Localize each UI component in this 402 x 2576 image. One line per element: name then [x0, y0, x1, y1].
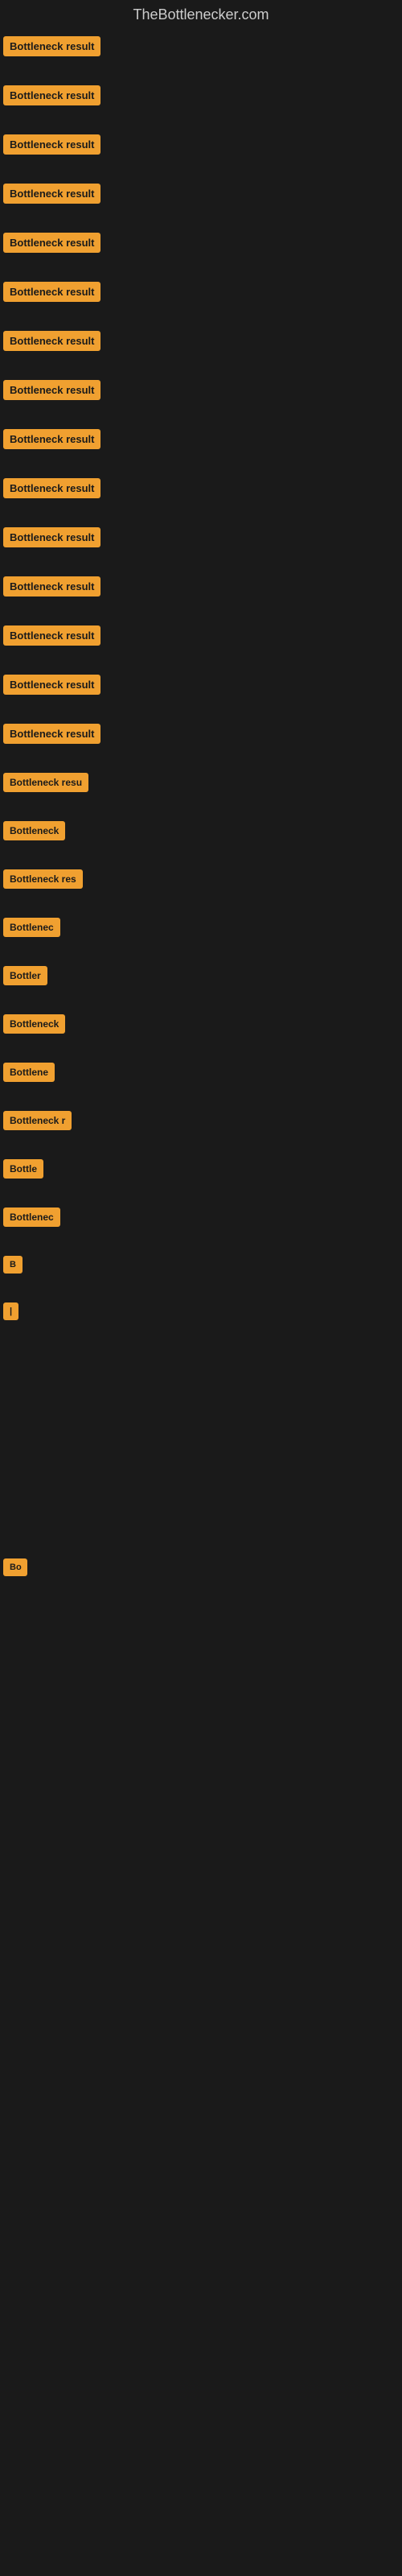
list-item[interactable]: B	[0, 1249, 402, 1280]
list-item[interactable]: Bottleneck res	[0, 863, 402, 895]
bottleneck-badge[interactable]: B	[3, 1256, 23, 1274]
bottleneck-badge[interactable]: Bottleneck result	[3, 282, 100, 302]
bottleneck-badge[interactable]: Bottleneck	[3, 821, 65, 840]
bottleneck-badge[interactable]: Bottleneck result	[3, 724, 100, 744]
site-title: TheBottlenecker.com	[0, 0, 402, 30]
list-item[interactable]: Bo	[0, 1552, 402, 1583]
list-item[interactable]: Bottleneck result	[0, 324, 402, 357]
bottleneck-badge[interactable]: Bo	[3, 1558, 27, 1576]
list-item[interactable]: Bottleneck result	[0, 668, 402, 701]
bottleneck-badge[interactable]: Bottleneck result	[3, 85, 100, 105]
bottleneck-badge[interactable]: Bottleneck result	[3, 576, 100, 597]
empty-space	[0, 1327, 402, 1391]
list-item[interactable]: Bottleneck result	[0, 619, 402, 652]
bottleneck-badge[interactable]: Bottlene	[3, 1063, 55, 1082]
list-item[interactable]: Bottleneck result	[0, 717, 402, 750]
bottleneck-badge[interactable]: Bottleneck result	[3, 478, 100, 498]
list-item[interactable]: Bottleneck result	[0, 177, 402, 210]
list-item[interactable]: Bottle	[0, 1153, 402, 1185]
bottleneck-badge[interactable]: Bottlenec	[3, 1208, 60, 1227]
list-item[interactable]: Bottleneck result	[0, 374, 402, 407]
bottleneck-badge[interactable]: |	[3, 1302, 18, 1320]
bottleneck-badge[interactable]: Bottleneck result	[3, 184, 100, 204]
empty-space	[0, 1455, 402, 1552]
list-item[interactable]: Bottleneck result	[0, 472, 402, 505]
bottleneck-badge[interactable]: Bottleneck r	[3, 1111, 72, 1130]
bottleneck-badge[interactable]: Bottleneck	[3, 1014, 65, 1034]
list-item[interactable]: Bottleneck result	[0, 226, 402, 259]
list-item[interactable]: Bottlene	[0, 1056, 402, 1088]
list-item[interactable]: Bottleneck result	[0, 521, 402, 554]
list-item[interactable]: |	[0, 1296, 402, 1327]
bottleneck-badge[interactable]: Bottler	[3, 966, 47, 985]
empty-space	[0, 1583, 402, 1679]
list-item[interactable]: Bottleneck result	[0, 30, 402, 63]
list-item[interactable]: Bottleneck result	[0, 128, 402, 161]
bottleneck-badge[interactable]: Bottleneck res	[3, 869, 83, 889]
bottleneck-list: Bottleneck result Bottleneck result Bott…	[0, 30, 402, 1872]
bottleneck-badge[interactable]: Bottleneck result	[3, 625, 100, 646]
list-item[interactable]: Bottleneck result	[0, 570, 402, 603]
list-item[interactable]: Bottlenec	[0, 911, 402, 943]
bottleneck-badge[interactable]: Bottlenec	[3, 918, 60, 937]
list-item[interactable]: Bottler	[0, 960, 402, 992]
bottleneck-badge[interactable]: Bottle	[3, 1159, 43, 1179]
list-item[interactable]: Bottleneck result	[0, 423, 402, 456]
list-item[interactable]: Bottleneck r	[0, 1104, 402, 1137]
list-item[interactable]: Bottlenec	[0, 1201, 402, 1233]
bottleneck-badge[interactable]: Bottleneck resu	[3, 773, 88, 792]
list-item[interactable]: Bottleneck	[0, 815, 402, 847]
empty-space	[0, 1776, 402, 1872]
bottleneck-badge[interactable]: Bottleneck result	[3, 429, 100, 449]
bottleneck-badge[interactable]: Bottleneck result	[3, 380, 100, 400]
list-item[interactable]: Bottleneck result	[0, 275, 402, 308]
bottleneck-badge[interactable]: Bottleneck result	[3, 134, 100, 155]
list-item[interactable]: Bottleneck resu	[0, 766, 402, 799]
empty-space	[0, 1679, 402, 1776]
bottleneck-badge[interactable]: Bottleneck result	[3, 233, 100, 253]
list-item[interactable]: Bottleneck	[0, 1008, 402, 1040]
list-item[interactable]: Bottleneck result	[0, 79, 402, 112]
bottleneck-badge[interactable]: Bottleneck result	[3, 331, 100, 351]
bottleneck-badge[interactable]: Bottleneck result	[3, 36, 100, 56]
bottleneck-badge[interactable]: Bottleneck result	[3, 527, 100, 547]
bottleneck-badge[interactable]: Bottleneck result	[3, 675, 100, 695]
empty-space	[0, 1391, 402, 1455]
